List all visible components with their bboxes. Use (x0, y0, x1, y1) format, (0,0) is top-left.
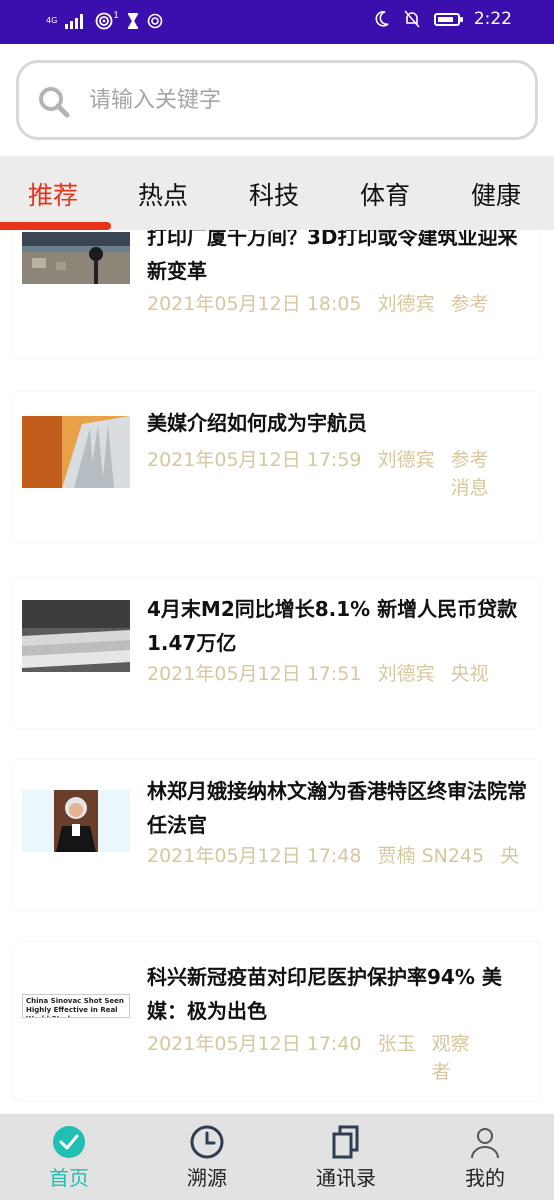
hourglass-icon (128, 13, 139, 29)
nav-label: 首页 (49, 1166, 89, 1190)
search-box[interactable] (16, 60, 538, 140)
moon-icon (375, 11, 389, 27)
tab-indicator (0, 222, 111, 230)
news-meta: 2021年05月12日 17:40 张玉 观察者 (147, 1030, 490, 1086)
news-author: 刘德宾 (377, 663, 435, 685)
news-time: 2021年05月12日 17:51 (147, 663, 362, 685)
tab-hot[interactable]: 热点 (138, 176, 188, 212)
judge-portrait-image (22, 790, 130, 852)
news-source: 央 (500, 845, 520, 867)
news-card[interactable]: 林郑月娥接纳林文瀚为香港特区终审法院常任法官 2021年05月12日 17:48… (14, 760, 540, 910)
news-author: 贾楠 SN245 (377, 845, 485, 867)
tab-sports[interactable]: 体育 (360, 176, 410, 212)
news-card[interactable]: 打印厂厦千万间？3D打印或令建筑业迎来新变革 2021年05月12日 18:05… (14, 230, 540, 358)
book-image (22, 416, 130, 488)
nav-home[interactable]: 首页 (0, 1114, 138, 1200)
thumbnail-headline: China Sinovac Shot Seen Highly Effective… (26, 997, 124, 1017)
nav-label: 我的 (465, 1166, 505, 1190)
wifi-icon (147, 13, 163, 29)
news-meta: 2021年05月12日 17:59 刘德宾 参考消息 (147, 446, 509, 502)
clock-icon (190, 1125, 224, 1159)
news-meta: 2021年05月12日 17:48 贾楠 SN245 央 (147, 842, 529, 870)
news-title[interactable]: 科兴新冠疫苗对印尼医护保护率94% 美媒：极为出色 (147, 960, 537, 1028)
tab-recommend[interactable]: 推荐 (28, 176, 78, 212)
news-thumbnail (22, 232, 130, 284)
status-icons-right: 2:22 (374, 9, 512, 29)
network-indicator: 4G (46, 17, 57, 25)
news-time: 2021年05月12日 17:40 (147, 1033, 362, 1055)
news-time: 2021年05月12日 17:59 (147, 449, 362, 471)
news-source: 观察者 (431, 1033, 470, 1083)
nav-contacts[interactable]: 通讯录 (277, 1114, 415, 1200)
status-bar: 4G 1 2:22 (0, 0, 554, 44)
news-thumbnail (22, 600, 130, 672)
news-author: 张玉 (377, 1033, 416, 1055)
news-thumbnail (22, 790, 130, 852)
news-card[interactable]: 美媒介绍如何成为宇航员 2021年05月12日 17:59 刘德宾 参考消息 (14, 392, 540, 542)
news-author: 刘德宾 (377, 449, 435, 471)
search-icon[interactable] (37, 85, 71, 119)
nav-profile[interactable]: 我的 (416, 1114, 554, 1200)
news-card[interactable]: 4月末M2同比增长8.1% 新增人民币贷款1.47万亿 2021年05月12日 … (14, 578, 540, 728)
news-source: 参考 (450, 293, 489, 315)
news-thumbnail (22, 416, 130, 488)
news-time: 2021年05月12日 18:05 (147, 293, 362, 315)
news-author: 刘德宾 (377, 293, 435, 315)
battery-icon (433, 12, 463, 26)
news-title[interactable]: 美媒介绍如何成为宇航员 (147, 406, 537, 440)
news-source: 央视 (450, 663, 489, 685)
network-type: 4G (46, 16, 58, 25)
nav-label: 溯源 (187, 1166, 227, 1190)
signal-icon (65, 14, 84, 29)
category-tabs: 推荐 热点 科技 体育 健康 (0, 156, 554, 230)
bottom-nav: 首页 溯源 通讯录 我的 (0, 1114, 554, 1200)
bell-off-icon (404, 10, 420, 28)
news-title[interactable]: 4月末M2同比增长8.1% 新增人民币贷款1.47万亿 (147, 592, 537, 660)
user-icon (471, 1128, 499, 1159)
news-card[interactable]: China Sinovac Shot Seen Highly Effective… (14, 942, 540, 1100)
status-icons-left: 4G 1 (46, 10, 163, 32)
news-time: 2021年05月12日 17:48 (147, 845, 362, 867)
search-input[interactable] (89, 77, 509, 123)
tab-tech[interactable]: 科技 (249, 176, 299, 212)
factory-image (22, 232, 130, 284)
check-circle-icon (53, 1126, 85, 1158)
copy-icon (332, 1125, 359, 1159)
news-feed[interactable]: 打印厂厦千万间？3D打印或令建筑业迎来新变革 2021年05月12日 18:05… (0, 230, 554, 1114)
news-meta: 2021年05月12日 18:05 刘德宾 参考 (147, 290, 499, 318)
hotspot-icon (95, 12, 113, 30)
newspaper-image (22, 600, 130, 672)
news-thumbnail: China Sinovac Shot Seen Highly Effective… (22, 994, 130, 1018)
tab-health[interactable]: 健康 (471, 176, 521, 212)
clock-time: 2:22 (473, 9, 512, 29)
news-meta: 2021年05月12日 17:51 刘德宾 央视 (147, 660, 499, 688)
nav-label: 通讯录 (316, 1166, 376, 1190)
news-title[interactable]: 林郑月娥接纳林文瀚为香港特区终审法院常任法官 (147, 774, 537, 842)
search-area (0, 44, 554, 156)
news-title[interactable]: 打印厂厦千万间？3D打印或令建筑业迎来新变革 (147, 230, 537, 288)
sim-index: 1 (113, 11, 120, 21)
news-source: 参考消息 (450, 449, 489, 499)
nav-trace[interactable]: 溯源 (138, 1114, 276, 1200)
